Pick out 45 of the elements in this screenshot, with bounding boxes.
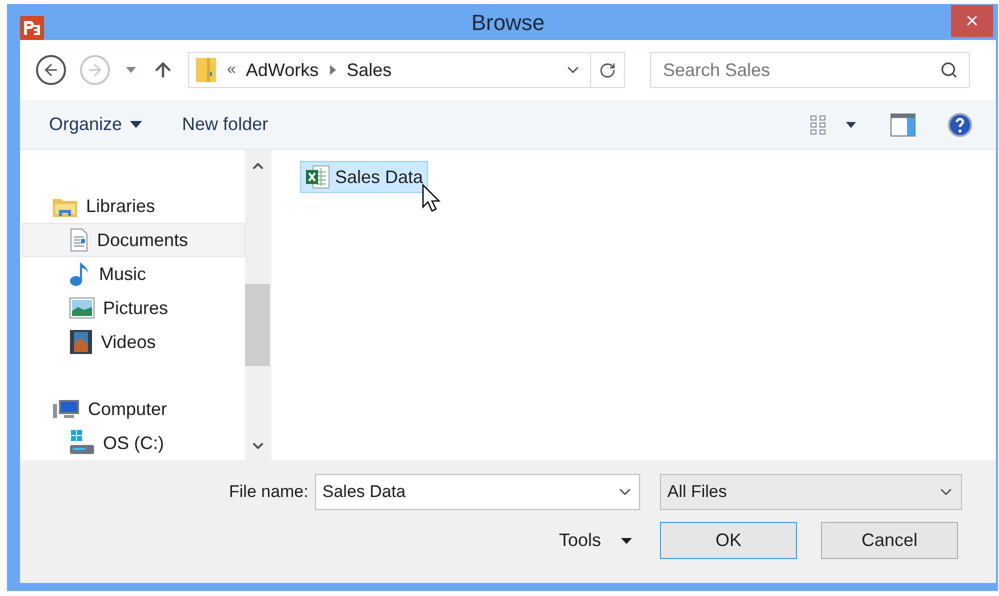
overflow-chevron[interactable]: « xyxy=(227,58,236,82)
caret-icon xyxy=(621,538,632,544)
back-button[interactable] xyxy=(36,55,66,85)
file-type-dropdown[interactable]: All Files xyxy=(660,474,962,510)
caret-icon xyxy=(130,121,142,128)
breadcrumb-item[interactable]: AdWorks xyxy=(246,56,319,84)
nav-item[interactable]: Libraries xyxy=(22,190,245,223)
help-icon[interactable] xyxy=(948,112,972,136)
nav-item[interactable]: Documents xyxy=(22,223,245,257)
nav-item[interactable]: Videos xyxy=(22,325,245,359)
ok-button[interactable]: OK xyxy=(660,522,798,559)
cancel-button[interactable]: Cancel xyxy=(821,522,958,559)
breadcrumb-item[interactable]: Sales xyxy=(346,56,392,84)
computer-icon xyxy=(52,398,80,420)
nav-item[interactable]: Computer xyxy=(22,393,245,426)
document-icon xyxy=(69,228,89,252)
image-icon xyxy=(69,297,95,319)
film-icon xyxy=(69,329,93,355)
drive-icon xyxy=(69,430,95,456)
organize-menu[interactable]: Organize xyxy=(49,111,142,138)
tools-menu[interactable]: Tools xyxy=(559,527,632,554)
recent-locations-icon xyxy=(126,67,136,73)
file-name-label: File name: xyxy=(229,481,308,504)
window-title: Browse xyxy=(471,8,545,36)
scrollbar[interactable] xyxy=(245,150,270,460)
file-name-field[interactable]: Sales Data xyxy=(315,474,640,510)
view-dropdown-icon xyxy=(846,122,856,128)
close-button[interactable]: × xyxy=(951,5,993,37)
cursor-icon xyxy=(422,184,442,214)
search-icon xyxy=(940,61,958,79)
preview-pane-icon[interactable] xyxy=(890,112,916,136)
nav-item[interactable]: Pictures xyxy=(22,291,245,325)
nav-item[interactable]: Music xyxy=(22,257,245,291)
breadcrumb-arrow-icon xyxy=(330,65,336,75)
refresh-icon xyxy=(599,62,616,78)
scrollbar-thumb[interactable] xyxy=(245,284,270,366)
spreadsheet-icon xyxy=(305,164,331,190)
file-item[interactable]: Sales Data xyxy=(300,161,428,193)
new-folder-button[interactable]: New folder xyxy=(182,111,268,138)
music-note-icon xyxy=(69,261,91,287)
forward-arrow-icon xyxy=(86,61,104,79)
nav-item[interactable]: OS (C:) xyxy=(22,426,245,460)
folder-icon xyxy=(195,56,217,84)
search-field[interactable]: Search Sales xyxy=(650,52,970,88)
address-bar[interactable]: « AdWorks Sales xyxy=(188,52,625,88)
